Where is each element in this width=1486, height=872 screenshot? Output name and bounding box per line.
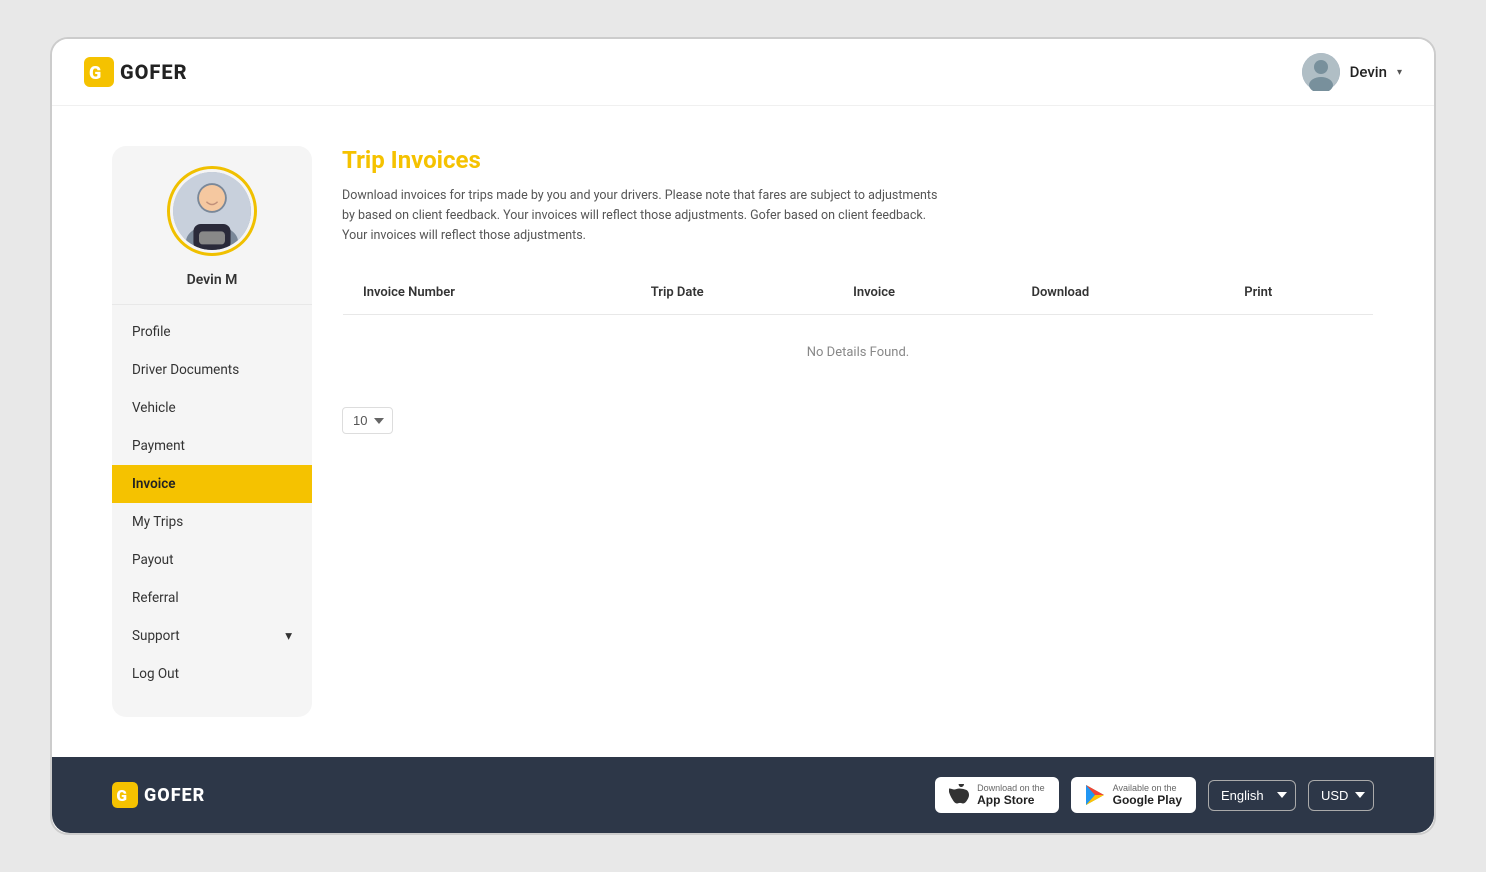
empty-state-row: No Details Found. bbox=[343, 315, 1374, 391]
app-store-text: Download on the App Store bbox=[977, 783, 1045, 807]
table-header-row: Invoice Number Trip Date Invoice Downloa… bbox=[343, 271, 1374, 315]
page-title: Trip Invoices bbox=[342, 146, 1374, 174]
invoice-table: Invoice Number Trip Date Invoice Downloa… bbox=[342, 270, 1374, 391]
profile-name: Devin M bbox=[187, 272, 238, 288]
logo-text: GOFER bbox=[120, 60, 188, 84]
sidebar-item-payout[interactable]: Payout bbox=[112, 541, 312, 579]
page-description: Download invoices for trips made by you … bbox=[342, 186, 942, 246]
footer-logo: G GOFER bbox=[112, 782, 205, 808]
empty-state-message: No Details Found. bbox=[343, 315, 1374, 391]
main-content: Devin M Profile Driver Documents Vehicle… bbox=[52, 106, 1434, 757]
col-download: Download bbox=[1011, 271, 1224, 315]
chevron-down-icon: ▾ bbox=[1397, 67, 1402, 78]
sidebar: Devin M Profile Driver Documents Vehicle… bbox=[112, 146, 312, 717]
sidebar-item-profile[interactable]: Profile bbox=[112, 313, 312, 351]
gofer-logo-icon: G bbox=[84, 57, 114, 87]
google-play-icon bbox=[1085, 784, 1105, 806]
profile-avatar-ring bbox=[167, 166, 257, 256]
footer-right: Download on the App Store Available on t… bbox=[935, 777, 1374, 813]
sidebar-menu: Profile Driver Documents Vehicle Payment… bbox=[112, 305, 312, 701]
footer: G GOFER Download on the App Store bbox=[52, 757, 1434, 833]
sidebar-card: Devin M Profile Driver Documents Vehicle… bbox=[112, 146, 312, 717]
chevron-down-icon: ▾ bbox=[285, 628, 292, 644]
app-store-button[interactable]: Download on the App Store bbox=[935, 777, 1059, 813]
logo: G GOFER bbox=[84, 57, 188, 87]
browser-frame: G GOFER Devin ▾ bbox=[50, 37, 1436, 835]
sidebar-profile-area: Devin M bbox=[112, 166, 312, 305]
header: G GOFER Devin ▾ bbox=[52, 39, 1434, 106]
col-trip-date: Trip Date bbox=[631, 271, 833, 315]
col-invoice-number: Invoice Number bbox=[343, 271, 631, 315]
footer-logo-icon: G bbox=[112, 782, 138, 808]
sidebar-item-invoice[interactable]: Invoice bbox=[112, 465, 312, 503]
language-select[interactable]: English Español Français bbox=[1208, 780, 1296, 811]
col-print: Print bbox=[1224, 271, 1373, 315]
per-page-select[interactable]: 10 25 50 bbox=[342, 407, 393, 434]
content-panel: Trip Invoices Download invoices for trip… bbox=[342, 146, 1374, 717]
profile-avatar-svg bbox=[173, 172, 251, 250]
sidebar-item-referral[interactable]: Referral bbox=[112, 579, 312, 617]
sidebar-item-logout[interactable]: Log Out bbox=[112, 655, 312, 693]
avatar bbox=[1302, 53, 1340, 91]
header-user[interactable]: Devin ▾ bbox=[1302, 53, 1402, 91]
apple-icon bbox=[949, 783, 969, 807]
sidebar-item-payment[interactable]: Payment bbox=[112, 427, 312, 465]
google-play-text: Available on the Google Play bbox=[1113, 783, 1182, 807]
profile-avatar-inner bbox=[173, 172, 251, 250]
google-play-button[interactable]: Available on the Google Play bbox=[1071, 777, 1196, 813]
svg-text:G: G bbox=[89, 63, 102, 84]
sidebar-item-my-trips[interactable]: My Trips bbox=[112, 503, 312, 541]
currency-select[interactable]: USD EUR GBP bbox=[1308, 780, 1374, 811]
header-username: Devin bbox=[1350, 63, 1387, 81]
svg-text:G: G bbox=[116, 787, 128, 805]
sidebar-item-vehicle[interactable]: Vehicle bbox=[112, 389, 312, 427]
pagination-row: 10 25 50 bbox=[342, 407, 1374, 434]
col-invoice: Invoice bbox=[833, 271, 1011, 315]
sidebar-item-support[interactable]: Support ▾ bbox=[112, 617, 312, 655]
sidebar-item-driver-documents[interactable]: Driver Documents bbox=[112, 351, 312, 389]
